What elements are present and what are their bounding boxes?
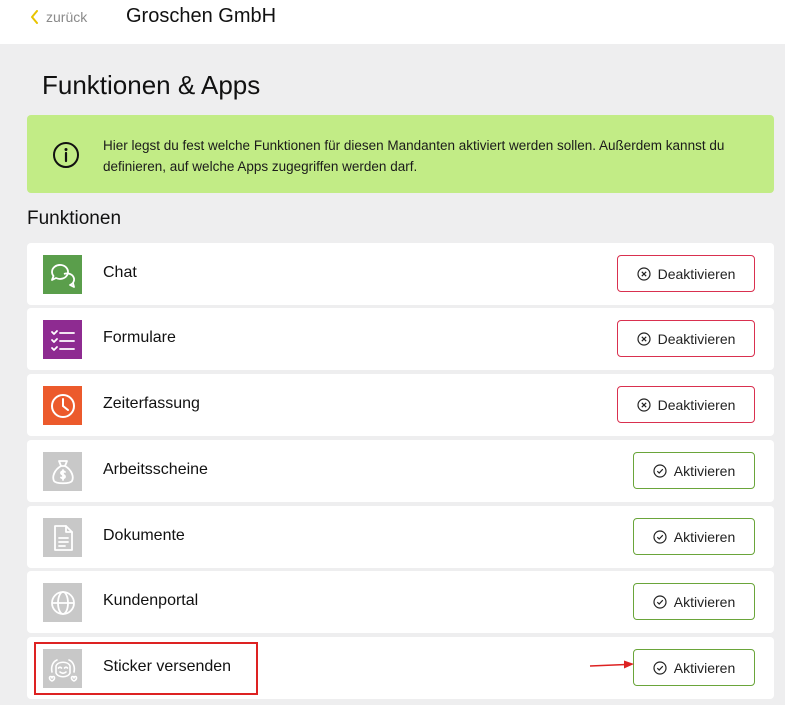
x-circle-icon <box>636 331 651 346</box>
info-icon <box>53 142 79 168</box>
activate-button[interactable]: Aktivieren <box>633 452 755 489</box>
activate-button[interactable]: Aktivieren <box>633 518 755 555</box>
top-bar: zurück Groschen GmbH <box>0 0 785 44</box>
feature-label: Chat <box>103 264 137 281</box>
x-circle-icon <box>636 266 651 281</box>
feature-row-dokumente: Dokumente Aktivieren <box>27 506 774 568</box>
button-label: Deaktivieren <box>657 265 736 282</box>
button-label: Deaktivieren <box>657 330 736 347</box>
annotation-highlight-box <box>34 642 258 695</box>
button-label: Aktivieren <box>673 593 736 610</box>
deactivate-button[interactable]: Deaktivieren <box>617 386 755 423</box>
check-circle-icon <box>653 594 667 609</box>
checklist-icon <box>43 320 82 359</box>
feature-row-formulare: Formulare Deaktivieren <box>27 308 774 370</box>
button-label: Aktivieren <box>673 528 736 545</box>
x-circle-icon <box>636 397 651 412</box>
money-bag-icon <box>43 452 82 491</box>
feature-label: Arbeitsscheine <box>103 461 208 478</box>
activate-button[interactable]: Aktivieren <box>633 583 755 620</box>
feature-row-chat: Chat Deaktivieren <box>27 243 774 305</box>
document-icon <box>43 518 82 557</box>
page-title: Funktionen & Apps <box>42 70 261 100</box>
section-title: Funktionen <box>27 208 122 229</box>
check-circle-icon <box>653 463 667 478</box>
button-label: Deaktivieren <box>657 396 736 413</box>
feature-label: Formulare <box>103 329 176 346</box>
feature-row-kundenportal: Kundenportal Aktivieren <box>27 571 774 633</box>
clock-icon <box>43 386 82 425</box>
back-label: zurück <box>46 9 88 25</box>
chat-bubbles-icon <box>43 255 82 294</box>
button-label: Aktivieren <box>673 462 736 479</box>
feature-label: Kundenportal <box>103 592 199 609</box>
deactivate-button[interactable]: Deaktivieren <box>617 255 755 292</box>
feature-row-arbeitsscheine: Arbeitsscheine Aktivieren <box>27 440 774 502</box>
check-circle-icon <box>653 660 667 675</box>
globe-icon <box>43 583 82 622</box>
annotation-arrow-icon <box>589 660 634 669</box>
info-banner: Hier legst du fest welche Funktionen für… <box>27 115 774 193</box>
activate-button[interactable]: Aktivieren <box>633 649 755 686</box>
chevron-left-icon <box>31 10 38 24</box>
deactivate-button[interactable]: Deaktivieren <box>617 320 755 357</box>
feature-label: Dokumente <box>103 527 185 544</box>
check-circle-icon <box>653 529 667 544</box>
button-label: Aktivieren <box>673 659 736 676</box>
info-text: Hier legst du fest welche Funktionen für… <box>103 138 725 174</box>
feature-row-zeiterfassung: Zeiterfassung Deaktivieren <box>27 374 774 436</box>
back-link[interactable]: zurück <box>30 8 87 26</box>
company-name: Groschen GmbH <box>126 5 277 27</box>
feature-label: Zeiterfassung <box>103 395 200 412</box>
